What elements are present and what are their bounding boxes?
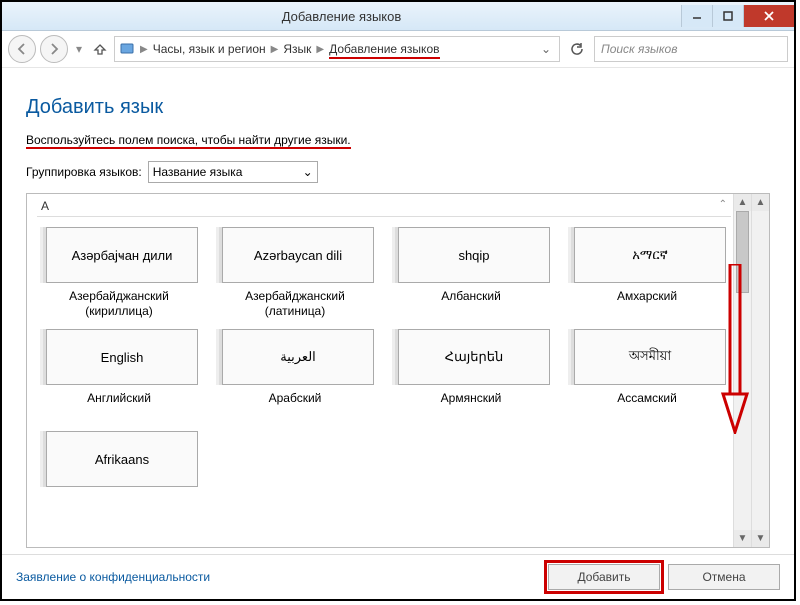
language-grid: Азәрбајҹан дили Азербайджанский (кириллиц… (37, 217, 731, 523)
language-item[interactable]: Азәрбајҹан дили Азербайджанский (кириллиц… (39, 227, 199, 319)
language-item[interactable]: shqip Албанский (391, 227, 551, 319)
language-item[interactable]: অসমীয়া Ассамский (567, 329, 727, 421)
cancel-button[interactable]: Отмена (668, 564, 780, 590)
nav-up-button[interactable] (90, 42, 110, 56)
language-item[interactable]: አማርኛ Амхарский (567, 227, 727, 319)
grouping-label: Группировка языков: (26, 165, 142, 179)
window: Добавление языков ▾ ▶ (0, 0, 796, 601)
language-item[interactable]: Azərbaycan dili Азербайджанский (латиница… (215, 227, 375, 319)
nav-back-button[interactable] (8, 35, 36, 63)
breadcrumb-current[interactable]: Добавление языков (329, 42, 439, 56)
scroll-up-button[interactable]: ▲ (752, 194, 769, 211)
language-tile[interactable]: العربية (222, 329, 374, 385)
chevron-right-icon: ▶ (268, 44, 282, 55)
window-buttons (681, 5, 794, 27)
language-tile[interactable]: Հայերեն (398, 329, 550, 385)
page-hint: Воспользуйтесь полем поиска, чтобы найти… (26, 133, 351, 147)
chevron-right-icon: ▶ (313, 44, 327, 55)
scroll-up-button[interactable]: ▲ (734, 194, 751, 211)
language-label: Амхарский (617, 289, 677, 319)
annotation-underline (329, 57, 439, 59)
nav-forward-button[interactable] (40, 35, 68, 63)
content-area: Добавить язык Воспользуйтесь полем поиск… (2, 68, 794, 554)
language-tile[interactable]: Afrikaans (46, 431, 198, 487)
nav-toolbar: ▾ ▶ Часы, язык и регион ▶ Язык ▶ Добавле… (2, 31, 794, 68)
section-header[interactable]: A ⌃ (37, 196, 731, 217)
titlebar: Добавление языков (2, 2, 794, 31)
language-label: Азербайджанский (латиница) (215, 289, 375, 319)
inner-scrollbar[interactable]: ▲ ▼ (733, 194, 751, 547)
address-dropdown-icon[interactable]: ⌄ (537, 42, 555, 56)
scroll-thumb[interactable] (736, 211, 749, 293)
add-button[interactable]: Добавить (548, 564, 660, 590)
language-label: Албанский (441, 289, 501, 319)
section-letter: A (41, 199, 49, 213)
breadcrumb-mid[interactable]: Язык (283, 42, 311, 56)
language-label: Ассамский (617, 391, 677, 421)
language-label: Английский (87, 391, 151, 421)
language-list-frame: A ⌃ Азәрбајҹан дили Азербайджанский (кири… (26, 193, 770, 548)
language-label: Армянский (441, 391, 502, 421)
grouping-select[interactable]: Название языка ⌄ (148, 161, 318, 183)
minimize-button[interactable] (681, 5, 712, 27)
chevron-right-icon: ▶ (137, 44, 151, 55)
language-tile[interactable]: অসমীয়া (574, 329, 726, 385)
address-bar[interactable]: ▶ Часы, язык и регион ▶ Язык ▶ Добавлени… (114, 36, 560, 62)
language-label: Азербайджанский (кириллица) (39, 289, 199, 319)
language-tile[interactable]: Azərbaycan dili (222, 227, 374, 283)
annotation-underline (26, 147, 351, 149)
breadcrumb-root[interactable]: Часы, язык и регион (153, 42, 266, 56)
scroll-down-button[interactable]: ▼ (752, 530, 769, 547)
language-tile[interactable]: Азәрбајҹан дили (46, 227, 198, 283)
footer: Заявление о конфиденциальности Добавить … (2, 554, 794, 599)
grouping-value: Название языка (153, 165, 243, 179)
privacy-link[interactable]: Заявление о конфиденциальности (16, 570, 210, 584)
page-heading: Добавить язык (26, 96, 770, 119)
language-tile[interactable]: English (46, 329, 198, 385)
language-tile[interactable]: shqip (398, 227, 550, 283)
language-item[interactable]: Հայերեն Армянский (391, 329, 551, 421)
language-item[interactable]: العربية Арабский (215, 329, 375, 421)
language-label: Арабский (269, 391, 322, 421)
language-tile[interactable]: አማርኛ (574, 227, 726, 283)
nav-history-dropdown[interactable]: ▾ (72, 42, 86, 56)
maximize-button[interactable] (712, 5, 743, 27)
chevron-up-icon: ⌃ (719, 199, 727, 213)
scroll-down-button[interactable]: ▼ (734, 530, 751, 547)
language-item[interactable]: Afrikaans (39, 431, 199, 523)
close-button[interactable] (743, 5, 794, 27)
control-panel-icon (119, 41, 135, 57)
search-input[interactable]: Поиск языков (594, 36, 788, 62)
language-list: A ⌃ Азәрбајҹан дили Азербайджанский (кири… (27, 194, 733, 547)
window-title: Добавление языков (2, 9, 681, 24)
grouping-row: Группировка языков: Название языка ⌄ (26, 161, 770, 183)
refresh-button[interactable] (564, 36, 590, 62)
outer-scrollbar[interactable]: ▲ ▼ (751, 194, 769, 547)
chevron-down-icon: ⌄ (303, 165, 313, 179)
language-item[interactable]: English Английский (39, 329, 199, 421)
search-placeholder: Поиск языков (601, 42, 677, 56)
